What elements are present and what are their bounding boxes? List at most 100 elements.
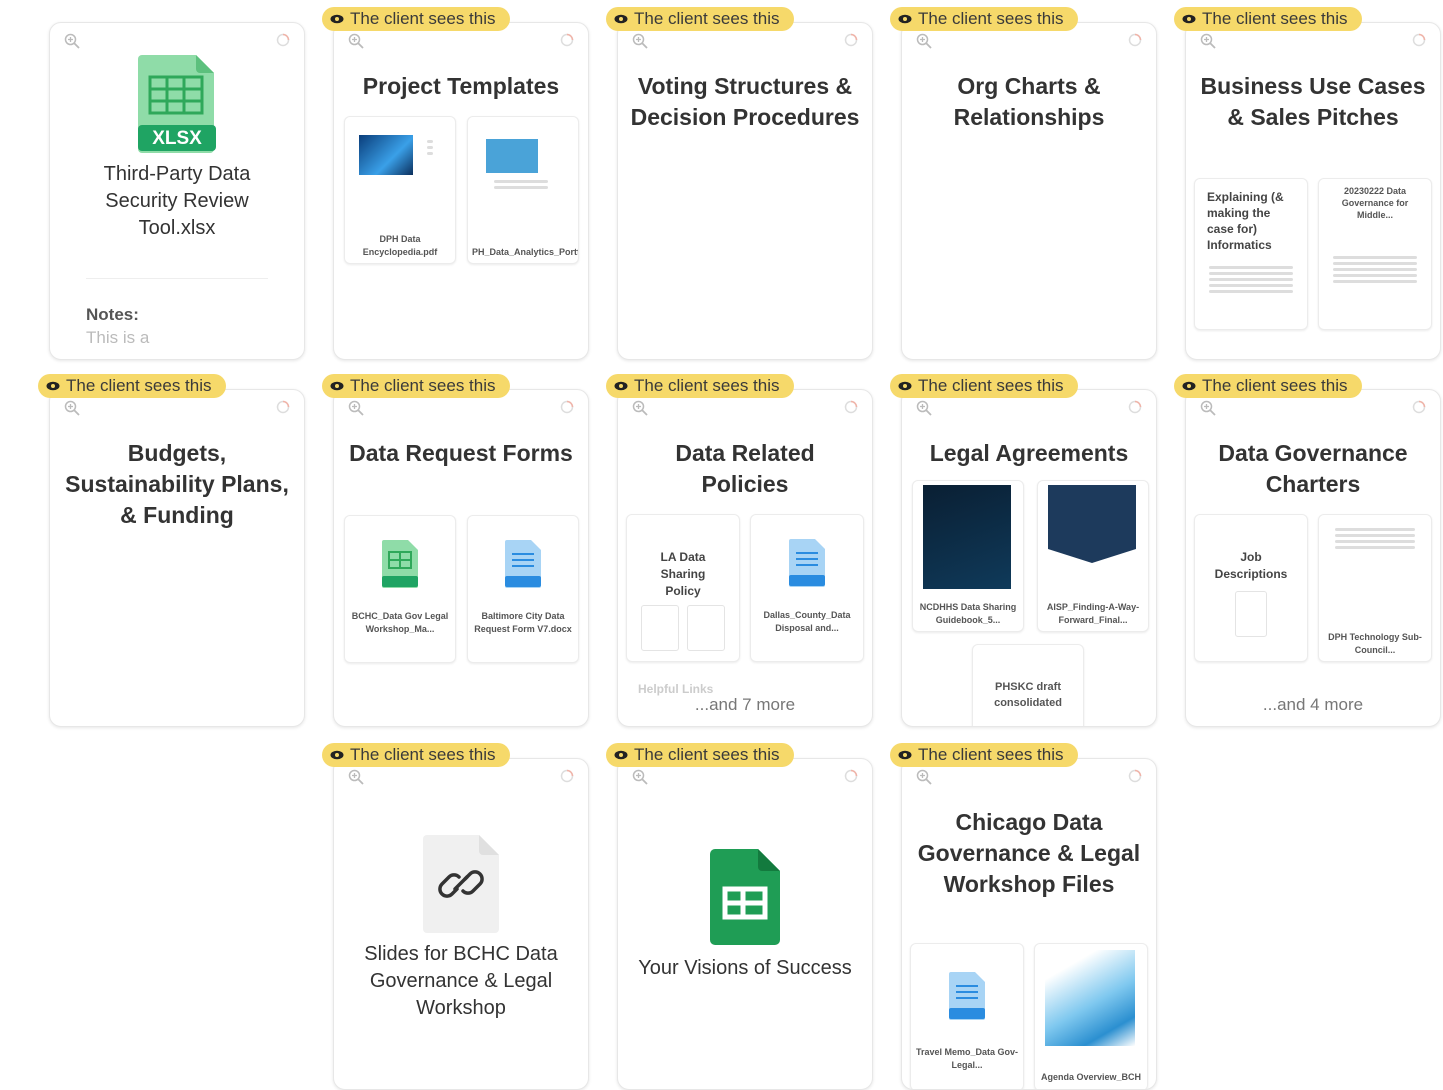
- folder-title: Org Charts & Relationships: [953, 73, 1105, 130]
- loading-icon: [1128, 400, 1142, 414]
- zoom-icon[interactable]: [348, 33, 364, 49]
- folder-title: Chicago Data Governance & Legal Workshop…: [917, 809, 1141, 897]
- loading-icon: [1128, 769, 1142, 783]
- folder-card-data-request-forms[interactable]: Data Request Forms BCHC_Data Gov Legal W…: [333, 389, 589, 727]
- client-visible-badge: The client sees this: [1174, 7, 1362, 31]
- eye-icon: [1182, 381, 1196, 391]
- thumbnail-caption: AISP_Finding-A-Way-Forward_Final...: [1046, 602, 1140, 625]
- divider: [86, 278, 268, 279]
- item-card-visions-sheet[interactable]: Your Visions of Success: [617, 758, 873, 1090]
- client-visible-badge: The client sees this: [606, 743, 794, 767]
- badge-label: The client sees this: [634, 9, 780, 28]
- eye-icon: [614, 381, 628, 391]
- file-thumbnail[interactable]: BCHC_Data Gov Legal Workshop_Ma...: [344, 515, 456, 663]
- folder-card-legal-agreements[interactable]: Legal Agreements NCDHHS Data Sharing Gui…: [901, 389, 1157, 727]
- folder-card-budgets[interactable]: Budgets, Sustainability Plans, & Funding: [49, 389, 305, 727]
- badge-label: The client sees this: [350, 376, 496, 395]
- thumbnail-image: [1045, 950, 1135, 1046]
- notes-label: Notes:: [86, 305, 139, 324]
- badge-label: The client sees this: [918, 9, 1064, 28]
- thumbnail-caption: DPH Technology Sub-Council...: [1328, 632, 1422, 655]
- loading-icon: [560, 769, 574, 783]
- file-name: Third-Party Data Security Review Tool.xl…: [103, 163, 251, 239]
- client-visible-badge: The client sees this: [38, 374, 226, 398]
- folder-card-voting-structures[interactable]: Voting Structures & Decision Procedures: [617, 22, 873, 360]
- file-thumbnail[interactable]: PHSKC draft consolidated: [972, 644, 1084, 726]
- thumbnail-caption: Travel Memo_Data Gov-Legal...: [915, 1047, 1019, 1070]
- zoom-icon[interactable]: [348, 400, 364, 416]
- zoom-icon[interactable]: [916, 33, 932, 49]
- file-thumbnail[interactable]: PH_Data_Analytics_Portfolio.pdf: [467, 116, 579, 264]
- badge-label: The client sees this: [66, 376, 212, 395]
- badge-label: The client sees this: [918, 745, 1064, 764]
- eye-icon: [1182, 14, 1196, 24]
- link-file-icon: [423, 835, 499, 933]
- file-thumbnail[interactable]: Dallas_County_Data Disposal and...: [750, 514, 864, 662]
- zoom-icon[interactable]: [632, 769, 648, 785]
- folder-card-org-charts[interactable]: Org Charts & Relationships: [901, 22, 1157, 360]
- folder-card-chicago-workshop[interactable]: Chicago Data Governance & Legal Workshop…: [901, 758, 1157, 1090]
- folder-title: Business Use Cases & Sales Pitches: [1200, 73, 1426, 130]
- docx-file-icon: [505, 540, 541, 588]
- folder-title: Project Templates: [362, 73, 560, 99]
- thumbnail-heading: PHSKC draft consolidated: [994, 681, 1062, 709]
- folder-title: Budgets, Sustainability Plans, & Funding: [65, 440, 289, 528]
- file-name: Slides for BCHC Data Governance & Legal …: [364, 943, 558, 1019]
- google-sheets-icon: [710, 849, 780, 945]
- thumbnail-image: [486, 139, 538, 173]
- loading-icon: [1128, 33, 1142, 47]
- thumbnail-image: [1048, 485, 1136, 549]
- file-thumbnail[interactable]: Agenda Overview_BCH: [1034, 943, 1148, 1089]
- loading-icon: [560, 400, 574, 414]
- loading-icon: [1412, 400, 1426, 414]
- zoom-icon[interactable]: [64, 400, 80, 416]
- item-card-slides-link[interactable]: Slides for BCHC Data Governance & Legal …: [333, 758, 589, 1090]
- file-thumbnail[interactable]: Travel Memo_Data Gov-Legal...: [910, 943, 1024, 1089]
- more-items-link[interactable]: ...and 4 more: [1186, 695, 1440, 715]
- more-items-link[interactable]: ...and 7 more: [618, 695, 872, 715]
- zoom-icon[interactable]: [632, 33, 648, 49]
- badge-label: The client sees this: [1202, 376, 1348, 395]
- folder-card-project-templates[interactable]: Project Templates DPH Data Encyclopedia.…: [333, 22, 589, 360]
- thumbnail-heading: LA Data Sharing Policy: [660, 550, 706, 598]
- zoom-icon[interactable]: [916, 400, 932, 416]
- zoom-icon[interactable]: [1200, 400, 1216, 416]
- folder-card-business-use-cases[interactable]: Business Use Cases & Sales Pitches Expla…: [1185, 22, 1441, 360]
- loading-icon: [1412, 33, 1426, 47]
- folder-title: Legal Agreements: [929, 440, 1129, 466]
- folder-card-data-governance-charters[interactable]: Data Governance Charters Job Description…: [1185, 389, 1441, 727]
- client-visible-badge: The client sees this: [322, 7, 510, 31]
- eye-icon: [898, 381, 912, 391]
- eye-icon: [330, 750, 344, 760]
- folder-title: Data Request Forms: [349, 440, 573, 466]
- zoom-icon[interactable]: [916, 769, 932, 785]
- badge-label: The client sees this: [350, 745, 496, 764]
- eye-icon: [898, 750, 912, 760]
- thumbnail-caption: PH_Data_Analytics_Portfolio.pdf: [472, 247, 579, 257]
- zoom-icon[interactable]: [348, 769, 364, 785]
- folder-card-data-related-policies[interactable]: Data Related Policies LA Data Sharing Po…: [617, 389, 873, 727]
- zoom-icon[interactable]: [632, 400, 648, 416]
- file-thumbnail[interactable]: DPH Data Encyclopedia.pdf: [344, 116, 456, 264]
- file-thumbnail[interactable]: 20230222 Data Governance for Middle...: [1318, 178, 1432, 330]
- file-thumbnail[interactable]: LA Data Sharing Policy: [626, 514, 740, 662]
- file-thumbnail[interactable]: DPH Technology Sub-Council...: [1318, 514, 1432, 662]
- folder-title: Voting Structures & Decision Procedures: [630, 73, 860, 130]
- thumbnail-image: [923, 485, 1011, 589]
- eye-icon: [614, 14, 628, 24]
- file-thumbnail[interactable]: AISP_Finding-A-Way-Forward_Final...: [1037, 480, 1149, 632]
- zoom-icon[interactable]: [1200, 33, 1216, 49]
- file-thumbnail[interactable]: Explaining (& making the case for) Infor…: [1194, 178, 1308, 330]
- eye-icon: [330, 381, 344, 391]
- file-thumbnail[interactable]: Baltimore City Data Request Form V7.docx: [467, 515, 579, 663]
- zoom-icon[interactable]: [64, 33, 80, 49]
- eye-icon: [46, 381, 60, 391]
- loading-icon: [276, 33, 290, 47]
- thumbnail-caption: NCDHHS Data Sharing Guidebook_5...: [919, 602, 1017, 625]
- loading-icon: [844, 400, 858, 414]
- file-thumbnail[interactable]: NCDHHS Data Sharing Guidebook_5...: [912, 480, 1024, 632]
- thumbnail-heading: Explaining (& making the case for) Infor…: [1207, 190, 1284, 252]
- xlsx-file-icon: [382, 540, 418, 588]
- item-card-security-review[interactable]: XLSX Third-Party Data Security Review To…: [49, 22, 305, 360]
- file-thumbnail[interactable]: Job Descriptions: [1194, 514, 1308, 662]
